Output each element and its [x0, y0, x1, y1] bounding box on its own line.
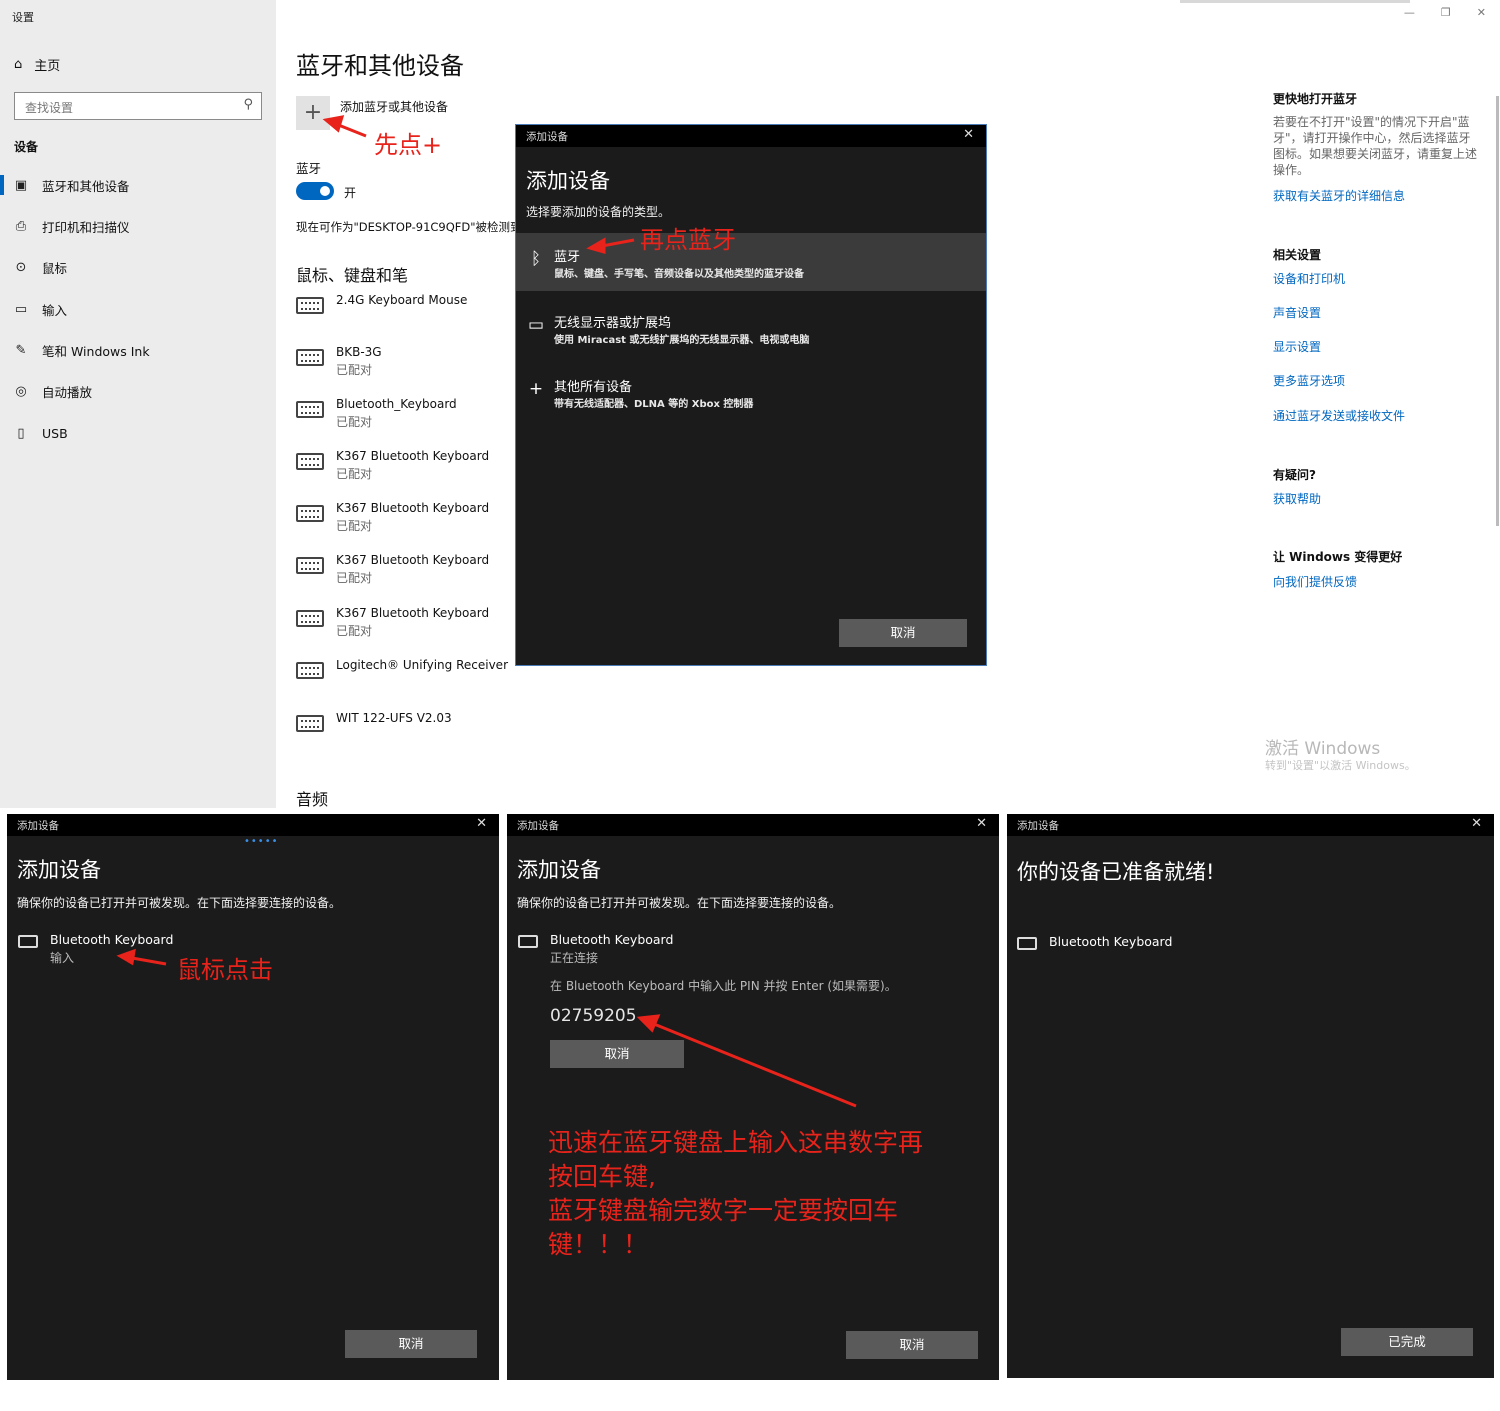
arrow-head	[322, 115, 345, 133]
arrow-to-device	[131, 956, 167, 966]
arrow-head	[636, 1014, 661, 1033]
arrow-head	[116, 948, 136, 966]
annotation-step2: 再点蓝牙	[640, 226, 736, 254]
arrow-to-pin	[653, 1022, 857, 1108]
arrow-to-bluetooth	[601, 238, 635, 248]
annotation-step1: 先点+	[374, 131, 443, 159]
annotation-step4: 迅速在蓝牙键盘上输入这串数字再 按回车键, 蓝牙键盘输完数字一定要按回车 键！！…	[548, 1128, 924, 1259]
arrow-head	[586, 237, 606, 254]
annotation-step3: 鼠标点击	[177, 956, 273, 984]
